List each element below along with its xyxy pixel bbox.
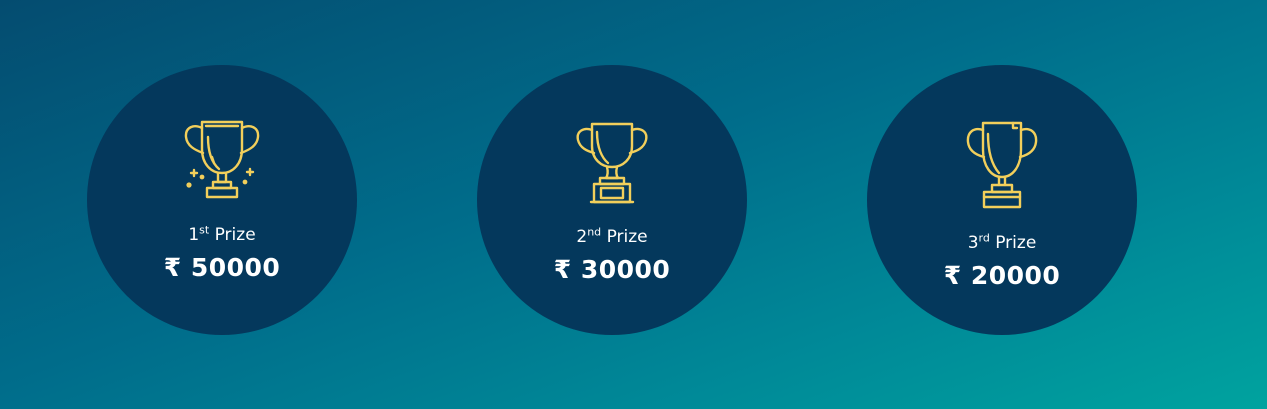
prize-amount: ₹ 30000 [553,255,671,284]
prize-card-third: 3rd Prize ₹ 20000 [867,65,1137,335]
prize-label: 2nd Prize [576,225,648,247]
prize-label: 1st Prize [188,223,256,245]
rupee-symbol: ₹ [553,255,572,284]
prize-card-second: 2nd Prize ₹ 30000 [477,65,747,335]
prize-label: 3rd Prize [967,231,1037,253]
rupee-symbol: ₹ [943,261,962,290]
trophy-sparkle-icon [177,119,267,209]
prize-card-first: 1st Prize ₹ 50000 [87,65,357,335]
rank-suffix: rd [978,231,990,245]
trophy-tall-icon [962,120,1042,215]
prize-amount: ₹ 20000 [943,261,1061,290]
trophy-plaque-icon [572,120,652,210]
rank-suffix: st [199,223,210,237]
rupee-symbol: ₹ [163,253,182,282]
rank-suffix: nd [587,225,602,239]
prize-amount: ₹ 50000 [163,253,281,282]
